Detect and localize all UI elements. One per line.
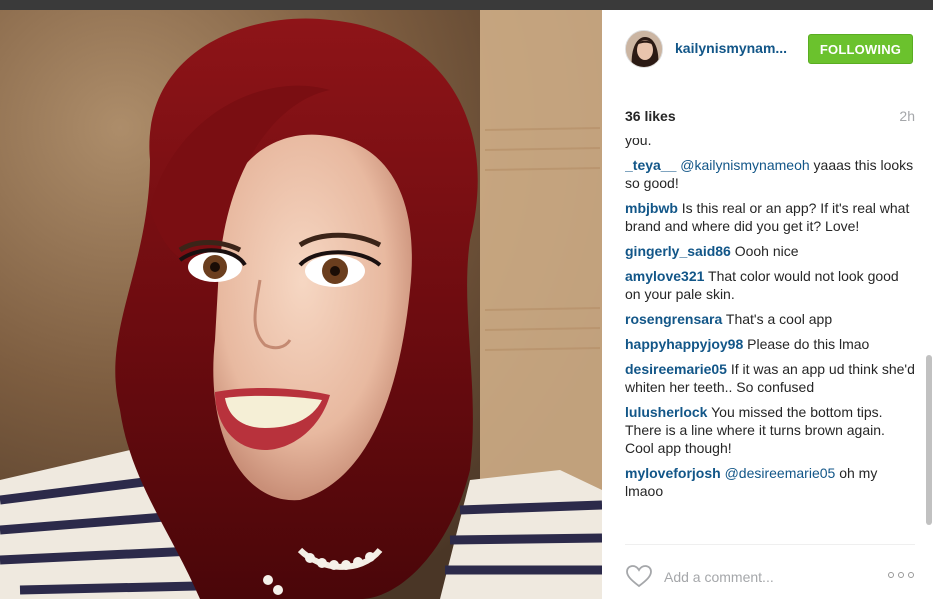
- comment-item: rosengrensara That's a cool app: [625, 310, 915, 328]
- add-comment-input[interactable]: [664, 566, 874, 588]
- more-options-icon[interactable]: [888, 569, 914, 581]
- post-time[interactable]: 2h: [899, 108, 915, 124]
- comment-item: _teya__ @kailynismynameoh yaaas this loo…: [625, 156, 915, 192]
- comment-username[interactable]: lulusherlock: [625, 404, 707, 420]
- comment-item: happyhappyjoy98 Please do this lmao: [625, 335, 915, 353]
- comment-username[interactable]: rosengrensara: [625, 311, 722, 327]
- comments-list: you. _teya__ @kailynismynameoh yaaas thi…: [625, 138, 915, 544]
- comment-item: amylove321 That color would not look goo…: [625, 267, 915, 303]
- dot: [898, 572, 904, 578]
- comment-text: you.: [625, 138, 652, 148]
- scroll-thumb[interactable]: [926, 355, 932, 525]
- post-header: kailynismynam... FOLLOWING: [602, 10, 933, 88]
- comments-scrollbar[interactable]: [925, 145, 933, 555]
- comment-username[interactable]: happyhappyjoy98: [625, 336, 743, 352]
- comment-username[interactable]: gingerly_said86: [625, 243, 731, 259]
- comment-item: myloveforjosh @desireemarie05 oh my lmao…: [625, 464, 915, 500]
- post-footer: [602, 545, 933, 599]
- comment-text: Please do this lmao: [743, 336, 870, 352]
- comment-item: mbjbwb Is this real or an app? If it's r…: [625, 199, 915, 235]
- heart-outline-icon[interactable]: [625, 564, 653, 588]
- comment-item: you.: [625, 138, 915, 149]
- dot: [888, 572, 894, 578]
- comment-text: Oooh nice: [730, 243, 799, 259]
- dot: [908, 572, 914, 578]
- comment-username[interactable]: amylove321: [625, 268, 704, 284]
- browser-top-bar: [0, 0, 933, 10]
- comment-item: lulusherlock You missed the bottom tips.…: [625, 403, 915, 457]
- following-button[interactable]: FOLLOWING: [808, 34, 913, 64]
- avatar[interactable]: [625, 30, 663, 68]
- comment-mention[interactable]: @desireemarie05: [725, 465, 836, 481]
- username-link[interactable]: kailynismynam...: [675, 40, 787, 56]
- comment-username[interactable]: desireemarie05: [625, 361, 727, 377]
- comment-item: desireemarie05 If it was an app ud think…: [625, 360, 915, 396]
- post-side-panel: kailynismynam... FOLLOWING 36 likes 2h y…: [602, 10, 933, 599]
- selfie-illustration: [0, 10, 602, 599]
- comment-username[interactable]: myloveforjosh: [625, 465, 721, 481]
- comment-item: gingerly_said86 Oooh nice: [625, 242, 915, 260]
- comment-text: That's a cool app: [722, 311, 833, 327]
- comment-mention[interactable]: @kailynismynameoh: [680, 157, 809, 173]
- likes-row: 36 likes 2h: [625, 108, 915, 128]
- comment-username[interactable]: mbjbwb: [625, 200, 678, 216]
- likes-count[interactable]: 36 likes: [625, 108, 676, 124]
- post-photo[interactable]: [0, 10, 602, 599]
- comment-username[interactable]: _teya__: [625, 157, 676, 173]
- avatar-image: [626, 31, 662, 67]
